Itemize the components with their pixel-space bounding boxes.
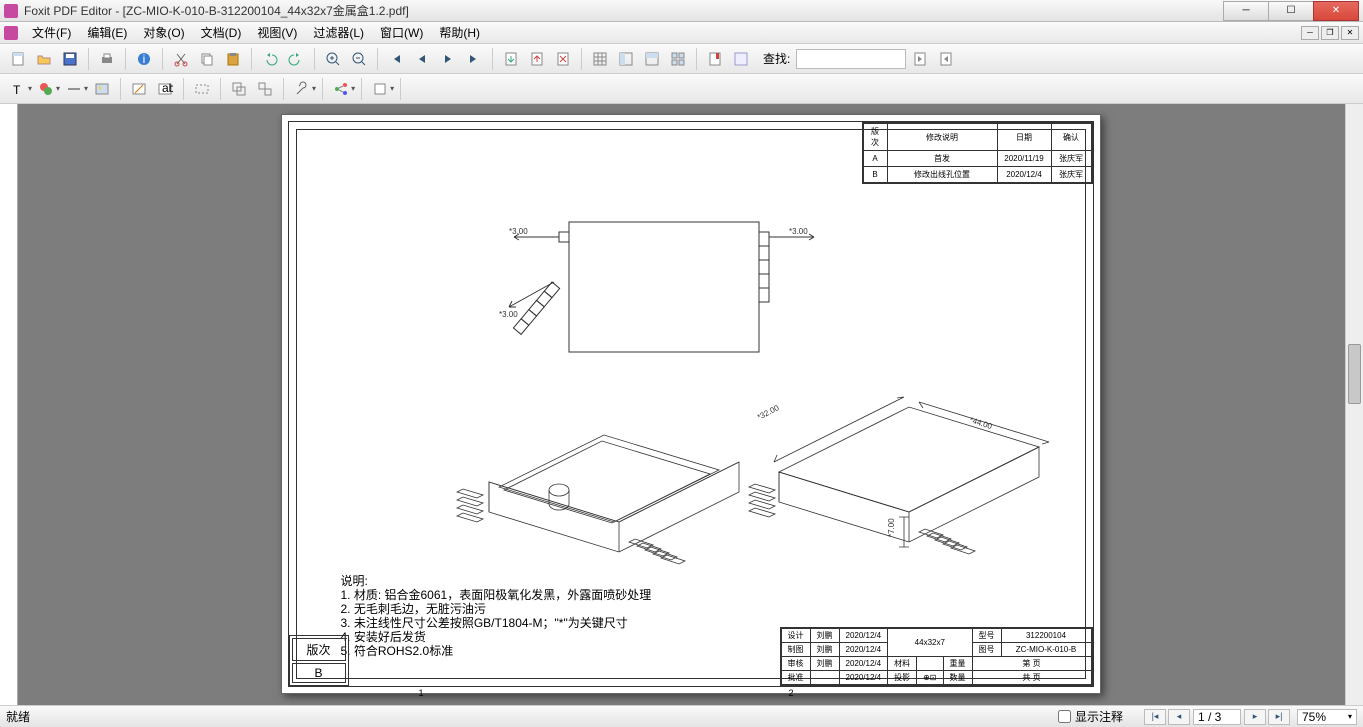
first-page-button[interactable] — [384, 47, 408, 71]
zoom-in-button[interactable] — [321, 47, 345, 71]
menu-app-icon — [4, 26, 18, 40]
nav-prev-button[interactable]: ◂ — [1168, 709, 1190, 725]
close-button[interactable]: ✕ — [1313, 1, 1359, 21]
image-tool-button[interactable] — [90, 77, 114, 101]
layout3-button[interactable] — [666, 47, 690, 71]
search-input[interactable] — [796, 49, 906, 69]
rev-block: 版次B — [289, 635, 349, 686]
search-label: 查找: — [763, 50, 790, 67]
svg-text:*3.00: *3.00 — [509, 227, 528, 236]
vertical-scrollbar[interactable] — [1345, 104, 1363, 705]
drawing-notes: 说明: 1. 材质: 铝合金6061，表面阳极氧化发黑，外露面喷砂处理 2. 无… — [341, 574, 652, 658]
mdi-restore-button[interactable]: ❐ — [1321, 26, 1339, 40]
layout2-button[interactable] — [640, 47, 664, 71]
menu-help[interactable]: 帮助(H) — [431, 24, 488, 41]
sheet-zone-1: 1 — [419, 688, 424, 698]
menu-bar: 文件(F) 编辑(E) 对象(O) 文档(D) 视图(V) 过滤器(L) 窗口(… — [0, 22, 1363, 44]
status-ready: 就绪 — [6, 708, 30, 725]
import-page-button[interactable] — [499, 47, 523, 71]
canvas[interactable]: 版次修改说明日期确认 A首发2020/11/19张庆军 B修改出线孔位置2020… — [18, 104, 1363, 705]
svg-text:i: i — [143, 52, 146, 66]
copy-button[interactable] — [195, 47, 219, 71]
undo-button[interactable] — [258, 47, 282, 71]
export-page-button[interactable] — [525, 47, 549, 71]
svg-text:ab: ab — [162, 81, 173, 95]
open-button[interactable] — [32, 47, 56, 71]
page-number-input[interactable]: 1 / 3 — [1193, 709, 1241, 725]
redo-button[interactable] — [284, 47, 308, 71]
edit-obj-button[interactable] — [127, 77, 151, 101]
toolbar-main: i 查找: — [0, 44, 1363, 74]
window-title: Foxit PDF Editor - [ZC-MIO-K-010-B-31220… — [24, 2, 1224, 19]
zoom-input[interactable]: 75%▾ — [1297, 709, 1357, 725]
share-button[interactable] — [329, 77, 353, 101]
svg-text:*7.00: *7.00 — [887, 518, 896, 537]
select-tool-button[interactable] — [190, 77, 214, 101]
work-area: 版次修改说明日期确认 A首发2020/11/19张庆军 B修改出线孔位置2020… — [0, 104, 1363, 705]
layout1-button[interactable] — [614, 47, 638, 71]
text-tool-button[interactable]: T — [6, 77, 30, 101]
nav-next-button[interactable]: ▸ — [1244, 709, 1266, 725]
nav-last-button[interactable]: ▸| — [1268, 709, 1290, 725]
nav-first-button[interactable]: |◂ — [1144, 709, 1166, 725]
show-annotations-label: 显示注释 — [1075, 708, 1123, 725]
status-bar: 就绪 显示注释 |◂ ◂ 1 / 3 ▸ ▸| 75%▾ — [0, 705, 1363, 727]
title-block: 设计刘鹏2020/12/4 44x32x7 型号312200104 制图刘鹏20… — [780, 627, 1093, 686]
mdi-close-button[interactable]: ✕ — [1341, 26, 1359, 40]
edit-text-button[interactable]: ab — [153, 77, 177, 101]
paste-button[interactable] — [221, 47, 245, 71]
save-button[interactable] — [58, 47, 82, 71]
toolbar-secondary: T▾ ▾ ▾ ab ▾ ▾ ▾ — [0, 74, 1363, 104]
ungroup-button[interactable] — [253, 77, 277, 101]
tool-misc-button[interactable] — [729, 47, 753, 71]
sheet-zone-2: 2 — [789, 688, 794, 698]
pdf-page: 版次修改说明日期确认 A首发2020/11/19张庆军 B修改出线孔位置2020… — [281, 114, 1101, 694]
menu-window[interactable]: 窗口(W) — [372, 24, 431, 41]
zoom-out-button[interactable] — [347, 47, 371, 71]
delete-page-button[interactable] — [551, 47, 575, 71]
left-ruler — [0, 104, 18, 705]
new-button[interactable] — [6, 47, 30, 71]
menu-object[interactable]: 对象(O) — [135, 24, 192, 41]
line-tool-button[interactable] — [62, 77, 86, 101]
grid-button[interactable] — [588, 47, 612, 71]
group-button[interactable] — [227, 77, 251, 101]
print-button[interactable] — [95, 47, 119, 71]
menu-filter[interactable]: 过滤器(L) — [305, 24, 372, 41]
mdi-minimize-button[interactable]: ─ — [1301, 26, 1319, 40]
svg-text:T: T — [13, 83, 21, 97]
svg-text:*3.00: *3.00 — [789, 227, 808, 236]
search-prev-button[interactable] — [908, 47, 932, 71]
menu-view[interactable]: 视图(V) — [249, 24, 305, 41]
info-button[interactable]: i — [132, 47, 156, 71]
search-next-button[interactable] — [934, 47, 958, 71]
next-page-button[interactable] — [436, 47, 460, 71]
menu-edit[interactable]: 编辑(E) — [79, 24, 135, 41]
menu-file[interactable]: 文件(F) — [24, 24, 79, 41]
title-bar: Foxit PDF Editor - [ZC-MIO-K-010-B-31220… — [0, 0, 1363, 22]
last-page-button[interactable] — [462, 47, 486, 71]
prev-page-button[interactable] — [410, 47, 434, 71]
cut-button[interactable] — [169, 47, 193, 71]
menu-doc[interactable]: 文档(D) — [193, 24, 250, 41]
maximize-button[interactable]: ☐ — [1268, 1, 1314, 21]
minimize-button[interactable]: ─ — [1223, 1, 1269, 21]
show-annotations-checkbox[interactable] — [1058, 710, 1071, 723]
layer-button[interactable] — [368, 77, 392, 101]
wrench-button[interactable] — [290, 77, 314, 101]
svg-text:*3.00: *3.00 — [499, 310, 518, 319]
bookmark-button[interactable] — [703, 47, 727, 71]
shape-tool-button[interactable] — [34, 77, 58, 101]
svg-text:*32.00: *32.00 — [755, 403, 780, 422]
app-icon — [4, 4, 18, 18]
